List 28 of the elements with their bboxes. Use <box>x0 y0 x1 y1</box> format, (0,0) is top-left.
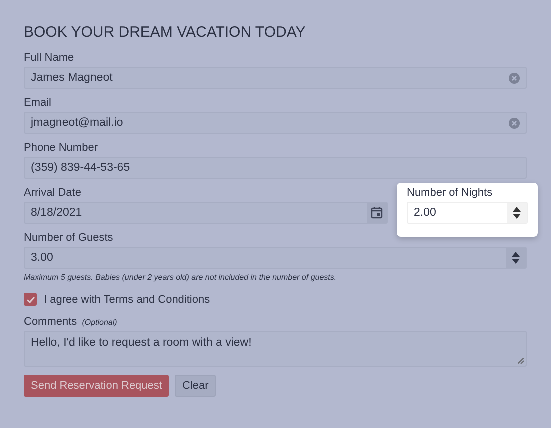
spinner-button[interactable] <box>506 248 526 268</box>
field-label: Arrival Date <box>24 187 82 199</box>
number-field[interactable]: 2.00 <box>407 202 528 224</box>
number-field[interactable]: 3.00 <box>24 247 527 269</box>
field-label: Email <box>24 97 53 109</box>
resize-handle-icon[interactable] <box>518 358 524 364</box>
spinner-button[interactable] <box>507 203 527 223</box>
text-field[interactable]: jmagneot@mail.io <box>24 112 527 134</box>
hint-text: Maximum 5 guests. Babies (under 2 years old) are not included in the number of guests. <box>24 273 338 282</box>
field-label: Number of Nights <box>407 187 494 199</box>
field-label: Full Name <box>24 52 76 64</box>
send-button[interactable]: Send Reservation Request <box>24 375 170 397</box>
checkbox-label: I agree with Terms and Conditions <box>44 294 210 306</box>
text-field[interactable]: (359) 839-44-53-65 <box>24 157 527 179</box>
field-label: Comments <box>24 316 78 328</box>
field-label: Phone Number <box>24 142 99 154</box>
calendar-button[interactable] <box>367 203 387 223</box>
field-label: Number of Guests <box>24 232 114 244</box>
spinner-icon <box>513 207 521 219</box>
comments-field[interactable]: Hello, I'd like to request a room with a view! <box>24 331 527 367</box>
date-field[interactable]: 8/18/2021 <box>24 202 388 224</box>
spinner-icon <box>512 252 520 264</box>
form-title: BOOK YOUR DREAM VACATION TODAY <box>24 24 307 41</box>
clear-button[interactable]: Clear <box>175 375 216 397</box>
checkbox[interactable] <box>24 293 37 306</box>
calendar-icon <box>371 207 383 219</box>
optional-note: (Optional) <box>82 318 118 327</box>
text-field[interactable]: James Magneot <box>24 67 527 89</box>
